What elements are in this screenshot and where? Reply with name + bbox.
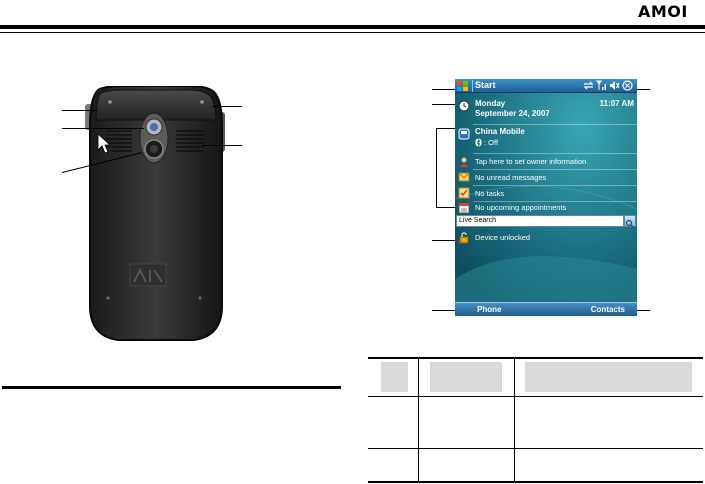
volume-icon[interactable] xyxy=(609,80,620,91)
table-column-rule xyxy=(418,358,419,482)
pda-today-screen: Start Monday September 24, 2007 11:07 AM… xyxy=(455,79,637,316)
callout-line xyxy=(432,89,456,90)
row-divider xyxy=(473,153,637,154)
callout-line xyxy=(432,240,456,241)
callout-line xyxy=(62,128,144,129)
header-rule xyxy=(0,25,705,29)
title-bar: Start xyxy=(455,79,637,93)
date-day: Monday xyxy=(475,99,506,108)
row-divider xyxy=(473,124,637,125)
phone-softkey[interactable]: Phone xyxy=(477,305,501,314)
table-column-rule xyxy=(514,358,515,482)
phone-icon xyxy=(458,128,470,140)
tasks-row[interactable]: No tasks xyxy=(455,186,637,201)
messages-icon xyxy=(458,172,470,182)
search-button[interactable] xyxy=(624,215,636,229)
close-icon[interactable] xyxy=(622,80,633,91)
manual-page: AMOI Start Monday September 24, 2007 11:… xyxy=(0,0,705,484)
lock-row[interactable]: Device unlocked xyxy=(455,230,637,246)
owner-icon xyxy=(460,157,468,167)
clock-icon xyxy=(458,100,470,112)
owner-info-row[interactable]: Tap here to set owner information xyxy=(455,155,637,169)
operator-name: China Mobile xyxy=(475,127,525,136)
callout-line xyxy=(202,145,242,146)
date-row[interactable]: Monday September 24, 2007 11:07 AM xyxy=(455,98,637,122)
title-divider xyxy=(472,80,473,92)
date-full: September 24, 2007 xyxy=(475,109,550,118)
appointments-row[interactable]: No upcoming appointments xyxy=(455,202,637,215)
messages-text: No unread messages xyxy=(475,173,547,182)
calendar-icon xyxy=(458,202,470,214)
phone-back-illustration xyxy=(85,86,225,341)
tasks-icon xyxy=(458,187,470,199)
lock-status-text: Device unlocked xyxy=(475,233,531,242)
operator-row[interactable]: China Mobile : Off xyxy=(455,127,637,151)
live-search-input[interactable]: Live Search xyxy=(456,215,624,227)
messages-row[interactable]: No unread messages xyxy=(455,170,637,185)
table-header-cell xyxy=(381,362,408,392)
clock-time: 11:07 AM xyxy=(599,99,634,108)
callout-bracket xyxy=(436,128,456,208)
table-header-cell xyxy=(430,362,502,392)
start-menu-label[interactable]: Start xyxy=(475,80,496,90)
sync-icon[interactable] xyxy=(583,80,594,91)
softkey-bar: Phone Contacts xyxy=(455,302,637,316)
tasks-text: No tasks xyxy=(475,189,505,198)
bluetooth-icon xyxy=(475,138,482,147)
header-rule-thin xyxy=(0,32,705,33)
signal-icon[interactable] xyxy=(596,80,607,91)
contacts-softkey[interactable]: Contacts xyxy=(591,305,625,314)
callout-line xyxy=(432,104,456,105)
appointments-text: No upcoming appointments xyxy=(475,203,567,212)
bluetooth-status: : Off xyxy=(484,138,499,147)
brand-logo: AMOI xyxy=(638,2,688,21)
search-icon xyxy=(625,219,635,229)
callout-line xyxy=(62,110,98,111)
windows-start-icon[interactable] xyxy=(456,80,469,92)
section-rule xyxy=(2,386,341,389)
owner-info-text: Tap here to set owner information xyxy=(475,157,587,166)
lock-icon xyxy=(458,232,469,244)
callout-line xyxy=(212,106,242,107)
table-header-cell xyxy=(525,362,692,392)
